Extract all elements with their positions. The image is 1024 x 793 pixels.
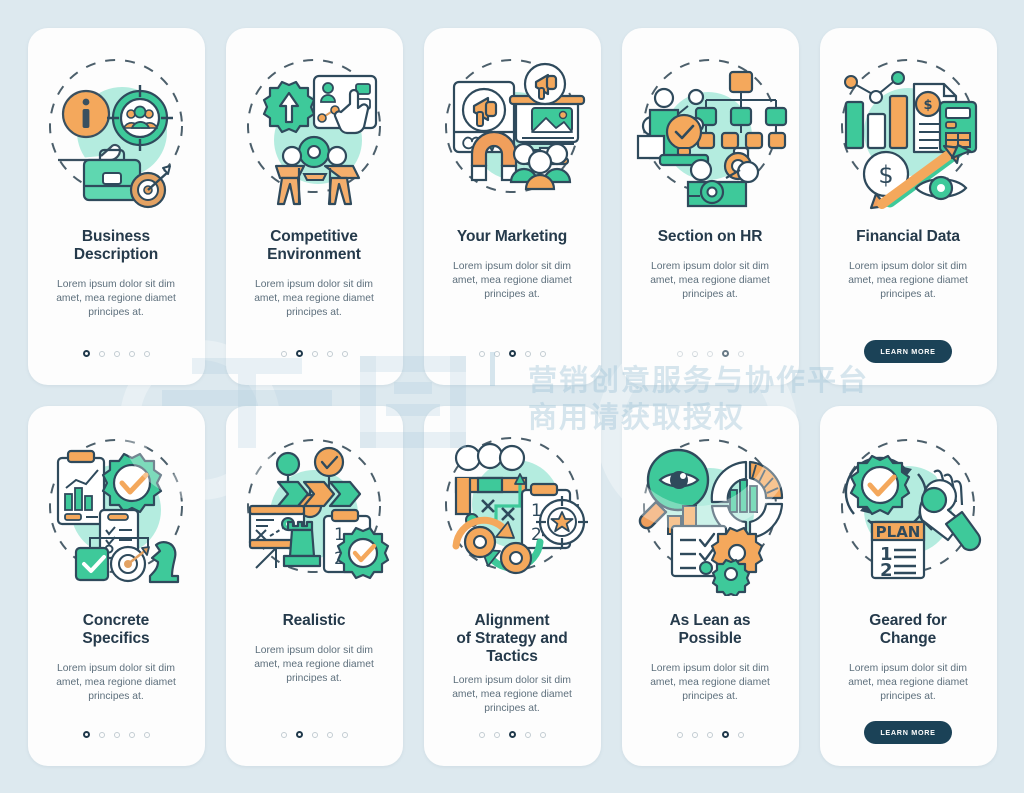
- card-grid: Business Description Lorem ipsum dolor si…: [0, 0, 1024, 793]
- pagination-dot[interactable]: [691, 350, 698, 357]
- card-as-lean-as-possible[interactable]: As Lean as Possible Lorem ipsum dolor sit…: [621, 405, 799, 766]
- pagination-dots[interactable]: [676, 726, 744, 744]
- card-title: Your Marketing: [456, 227, 568, 245]
- pagination-dots[interactable]: [280, 726, 348, 744]
- illustration-as-lean-as-possible: [626, 418, 794, 596]
- illustration-realistic: 1 2: [230, 418, 398, 596]
- pagination-dots[interactable]: [280, 345, 348, 363]
- pagination-dot[interactable]: [128, 350, 135, 357]
- pagination-dot[interactable]: [721, 350, 729, 357]
- card-description: Lorem ipsum dolor sit dim amet, mea regi…: [254, 278, 374, 318]
- pagination-dot[interactable]: [508, 350, 516, 357]
- card-description: Lorem ipsum dolor sit dim amet, mea regi…: [848, 662, 968, 702]
- card-description: Lorem ipsum dolor sit dim amet, mea regi…: [452, 674, 572, 714]
- pagination-dot[interactable]: [311, 731, 318, 738]
- pagination-dot[interactable]: [493, 350, 500, 357]
- svg-text:PLAN: PLAN: [876, 523, 921, 541]
- pagination-dot[interactable]: [82, 731, 90, 738]
- card-description: Lorem ipsum dolor sit dim amet, mea regi…: [650, 662, 770, 702]
- illustration-financial-data: $ $: [824, 40, 992, 218]
- pagination-dot[interactable]: [295, 731, 303, 738]
- pagination-dot[interactable]: [295, 350, 303, 357]
- pagination-dot[interactable]: [341, 350, 348, 357]
- illustration-concrete-specifics: [32, 418, 200, 596]
- pagination-dot[interactable]: [143, 350, 150, 357]
- card-title: Concrete Specifics: [82, 611, 150, 647]
- illustration-geared-for-change: PLAN 1 2: [824, 418, 992, 596]
- card-title: As Lean as Possible: [669, 611, 751, 647]
- card-alignment-of-strategy-and-tactics[interactable]: 1 2 Alignment of Strategy and Tactics Lo…: [423, 405, 601, 766]
- card-business-description[interactable]: Business Description Lorem ipsum dolor si…: [27, 27, 205, 385]
- pagination-dot[interactable]: [113, 350, 120, 357]
- card-realistic[interactable]: 1 2 Realistic Lorem ipsum dolor sit dim …: [225, 405, 403, 766]
- onboarding-screens-sheet: Business Description Lorem ipsum dolor si…: [0, 0, 1024, 793]
- illustration-your-marketing: [428, 40, 596, 218]
- pagination-dot[interactable]: [478, 731, 485, 738]
- card-description: Lorem ipsum dolor sit dim amet, mea regi…: [56, 278, 176, 318]
- pagination-dot[interactable]: [128, 731, 135, 738]
- card-title: Alignment of Strategy and Tactics: [456, 611, 568, 665]
- card-description: Lorem ipsum dolor sit dim amet, mea regi…: [650, 260, 770, 300]
- pagination-dots[interactable]: [478, 726, 546, 744]
- pagination-dots[interactable]: [478, 345, 546, 363]
- pagination-dot[interactable]: [524, 731, 531, 738]
- svg-text:2: 2: [880, 560, 893, 581]
- card-title: Geared for Change: [869, 611, 947, 647]
- card-section-on-hr[interactable]: Section on HR Lorem ipsum dolor sit dim …: [621, 27, 799, 385]
- card-title: Realistic: [282, 611, 346, 629]
- pagination-dot[interactable]: [508, 731, 516, 738]
- pagination-dot[interactable]: [524, 350, 531, 357]
- pagination-dot[interactable]: [737, 731, 744, 738]
- svg-text:$: $: [923, 98, 932, 113]
- pagination-dots[interactable]: [82, 726, 150, 744]
- illustration-business-description: [32, 40, 200, 218]
- pagination-dot[interactable]: [311, 350, 318, 357]
- pagination-dot[interactable]: [478, 350, 485, 357]
- card-title: Competitive Environment: [267, 227, 361, 263]
- card-financial-data[interactable]: $ $ Financial Data Lorem ipsum dolor sit…: [819, 27, 997, 385]
- card-title: Section on HR: [657, 227, 763, 245]
- illustration-section-on-hr: [626, 40, 794, 218]
- learn-more-button[interactable]: LEARN MORE: [864, 339, 952, 363]
- card-title: Business Description: [73, 227, 159, 263]
- pagination-dots[interactable]: [676, 345, 744, 363]
- pagination-dot[interactable]: [539, 350, 546, 357]
- card-your-marketing[interactable]: Your Marketing Lorem ipsum dolor sit dim…: [423, 27, 601, 385]
- card-description: Lorem ipsum dolor sit dim amet, mea regi…: [56, 662, 176, 702]
- svg-text:$: $: [878, 161, 893, 189]
- pagination-dot[interactable]: [280, 350, 287, 357]
- pagination-dot[interactable]: [98, 350, 105, 357]
- pagination-dot[interactable]: [691, 731, 698, 738]
- card-title: Financial Data: [856, 227, 960, 245]
- illustration-competitive-environment: [230, 40, 398, 218]
- illustration-alignment: 1 2: [428, 418, 596, 596]
- pagination-dot[interactable]: [539, 731, 546, 738]
- card-geared-for-change[interactable]: PLAN 1 2 Geared for Change Lorem ipsum d…: [819, 405, 997, 766]
- pagination-dot[interactable]: [493, 731, 500, 738]
- pagination-dot[interactable]: [113, 731, 120, 738]
- pagination-dot[interactable]: [706, 731, 713, 738]
- pagination-dot[interactable]: [326, 731, 333, 738]
- pagination-dot[interactable]: [706, 350, 713, 357]
- card-description: Lorem ipsum dolor sit dim amet, mea regi…: [452, 260, 572, 300]
- pagination-dot[interactable]: [82, 350, 90, 357]
- card-description: Lorem ipsum dolor sit dim amet, mea regi…: [848, 260, 968, 300]
- pagination-dots[interactable]: [82, 345, 150, 363]
- card-concrete-specifics[interactable]: Concrete Specifics Lorem ipsum dolor sit …: [27, 405, 205, 766]
- pagination-dot[interactable]: [143, 731, 150, 738]
- card-competitive-environment[interactable]: Competitive Environment Lorem ipsum dolor…: [225, 27, 403, 385]
- pagination-dot[interactable]: [98, 731, 105, 738]
- pagination-dot[interactable]: [326, 350, 333, 357]
- pagination-dot[interactable]: [721, 731, 729, 738]
- pagination-dot[interactable]: [737, 350, 744, 357]
- pagination-dot[interactable]: [341, 731, 348, 738]
- pagination-dot[interactable]: [676, 350, 683, 357]
- card-description: Lorem ipsum dolor sit dim amet, mea regi…: [254, 644, 374, 684]
- pagination-dot[interactable]: [676, 731, 683, 738]
- learn-more-button[interactable]: LEARN MORE: [864, 720, 952, 744]
- pagination-dot[interactable]: [280, 731, 287, 738]
